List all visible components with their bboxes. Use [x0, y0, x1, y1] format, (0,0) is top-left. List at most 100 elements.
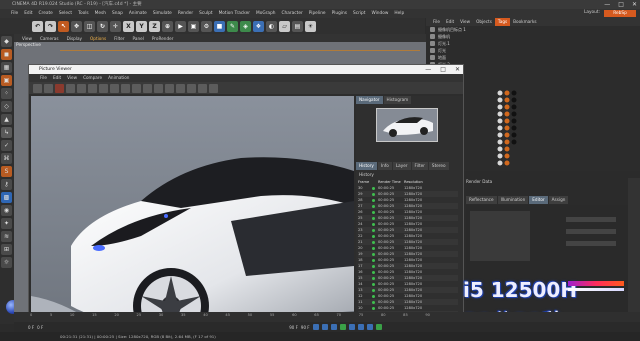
- dynamics-icon[interactable]: ☼: [1, 257, 12, 268]
- object-row[interactable]: 摄像机: [426, 33, 640, 40]
- viewport-menu-filter[interactable]: Filter: [110, 36, 128, 41]
- pv-minimize-button[interactable]: —: [425, 65, 431, 74]
- om-menu-tags[interactable]: Tags: [494, 18, 511, 26]
- menu-mesh[interactable]: Mesh: [92, 9, 109, 18]
- side-tab-strip[interactable]: [628, 178, 640, 328]
- tab-assign[interactable]: Assign: [548, 196, 569, 204]
- object-row[interactable]: 灯光.1: [426, 40, 640, 47]
- render-icon[interactable]: [33, 83, 42, 93]
- texture-mode-icon[interactable]: ▦: [1, 62, 12, 73]
- history-icon[interactable]: [198, 83, 207, 93]
- redo-icon[interactable]: ↷: [45, 20, 56, 32]
- tweak-mode-icon[interactable]: ✓: [1, 140, 12, 151]
- cube-icon[interactable]: ■: [214, 20, 225, 32]
- points-mode-icon[interactable]: ⁘: [1, 88, 12, 99]
- pv-menu-compare[interactable]: Compare: [80, 74, 105, 82]
- light-icon[interactable]: ☀: [305, 20, 316, 32]
- select-tool-icon[interactable]: ↖: [58, 20, 69, 32]
- solo-icon[interactable]: S: [1, 166, 12, 177]
- tab-reflectance[interactable]: Reflectance: [466, 196, 497, 204]
- camera-icon[interactable]: ▤: [292, 20, 303, 32]
- go-to-end-icon[interactable]: [366, 324, 373, 330]
- move-tool-icon[interactable]: ✥: [71, 20, 82, 32]
- subdivision-icon[interactable]: ◈: [240, 20, 251, 32]
- viewport-menu-view[interactable]: View: [18, 36, 36, 41]
- go-to-start-icon[interactable]: [312, 324, 319, 330]
- om-menu-file[interactable]: File: [430, 18, 443, 26]
- lock-workplane-icon[interactable]: ⚷: [1, 179, 12, 190]
- render-settings-icon[interactable]: ⚙: [201, 20, 212, 32]
- menu-mograph[interactable]: MoGraph: [253, 9, 279, 18]
- channel-icon[interactable]: [143, 83, 152, 93]
- menu-help[interactable]: Help: [391, 9, 407, 18]
- filter-icon[interactable]: [165, 83, 174, 93]
- fit-icon[interactable]: [99, 83, 108, 93]
- prev-frame-icon[interactable]: [330, 324, 337, 330]
- next-frame-icon[interactable]: [348, 324, 355, 330]
- start-frame-field[interactable]: 0 F: [28, 325, 34, 330]
- om-menu-objects[interactable]: Objects: [473, 18, 495, 26]
- om-menu-edit[interactable]: Edit: [443, 18, 457, 26]
- edges-mode-icon[interactable]: ◇: [1, 101, 12, 112]
- menu-simulate[interactable]: Simulate: [150, 9, 175, 18]
- info-icon[interactable]: [187, 83, 196, 93]
- menu-tools[interactable]: Tools: [75, 9, 92, 18]
- menu-plugins[interactable]: Plugins: [329, 9, 350, 18]
- tab-histogram[interactable]: Histogram: [383, 96, 412, 104]
- scale-tool-icon[interactable]: ◫: [84, 20, 95, 32]
- tab-filter[interactable]: Filter: [411, 162, 428, 170]
- pv-menu-file[interactable]: File: [37, 74, 50, 82]
- render-picture-viewer-icon[interactable]: ▣: [188, 20, 199, 32]
- stop-render-icon[interactable]: [44, 83, 53, 93]
- play-icon[interactable]: [339, 324, 346, 330]
- planar-workplane-icon[interactable]: ▩: [1, 192, 12, 203]
- current-frame-field[interactable]: 0 F: [37, 325, 43, 330]
- om-menu-bookmarks[interactable]: Bookmarks: [510, 18, 539, 26]
- end-frame-field-2[interactable]: 90 F: [301, 325, 310, 330]
- compare-a-icon[interactable]: [121, 83, 130, 93]
- viewport-menu-panel[interactable]: Panel: [129, 36, 148, 41]
- last-tool-icon[interactable]: ✛: [110, 20, 121, 32]
- pv-close-button[interactable]: ✕: [455, 65, 460, 74]
- viewport-menu-prorender[interactable]: ProRender: [148, 36, 178, 41]
- maximize-button[interactable]: □: [618, 1, 624, 8]
- record-icon[interactable]: [375, 324, 382, 330]
- enable-axis-icon[interactable]: ↳: [1, 127, 12, 138]
- render-view-icon[interactable]: ▶: [175, 20, 186, 32]
- viewport-menu-cameras[interactable]: Cameras: [36, 36, 63, 41]
- stereo-icon[interactable]: [176, 83, 185, 93]
- zoom-out-icon[interactable]: [88, 83, 97, 93]
- menu-edit[interactable]: Edit: [21, 9, 35, 18]
- tab-navigator[interactable]: Navigator: [356, 96, 383, 104]
- next-key-icon[interactable]: [357, 324, 364, 330]
- pv-menu-view[interactable]: View: [64, 74, 80, 82]
- coordinate-system-icon[interactable]: ⊕: [162, 20, 173, 32]
- polygons-mode-icon[interactable]: ▲: [1, 114, 12, 125]
- pen-icon[interactable]: ✎: [227, 20, 238, 32]
- om-menu-view[interactable]: View: [457, 18, 473, 26]
- snap-icon[interactable]: ⌘: [1, 153, 12, 164]
- export-icon[interactable]: [66, 83, 75, 93]
- undo-icon[interactable]: ↶: [32, 20, 43, 32]
- compare-b-icon[interactable]: [132, 83, 141, 93]
- pv-menu-edit[interactable]: Edit: [50, 74, 64, 82]
- object-row[interactable]: 摄像机目标点 1: [426, 26, 640, 33]
- make-editable-icon[interactable]: ◆: [1, 36, 12, 47]
- axis-y-button[interactable]: Y: [136, 20, 147, 32]
- tab-stereo[interactable]: Stereo: [428, 162, 449, 170]
- layer-icon[interactable]: [154, 83, 163, 93]
- array-icon[interactable]: ❖: [253, 20, 264, 32]
- menu-motion-tracker[interactable]: Motion Tracker: [216, 9, 253, 18]
- menu-window[interactable]: Window: [368, 9, 391, 18]
- end-frame-field[interactable]: 90 F: [289, 325, 298, 330]
- deformer-icon[interactable]: ◐: [266, 20, 277, 32]
- object-row[interactable]: 灯光: [426, 47, 640, 54]
- object-row[interactable]: 地面: [426, 54, 640, 61]
- menu-create[interactable]: Create: [36, 9, 56, 18]
- sculpt-icon[interactable]: ✦: [1, 218, 12, 229]
- menu-file[interactable]: File: [8, 9, 21, 18]
- tab-editor[interactable]: Editor: [529, 196, 548, 204]
- layout-select[interactable]: RebSp: [604, 10, 636, 17]
- menu-character[interactable]: Character: [279, 9, 306, 18]
- tab-info[interactable]: Info: [377, 162, 392, 170]
